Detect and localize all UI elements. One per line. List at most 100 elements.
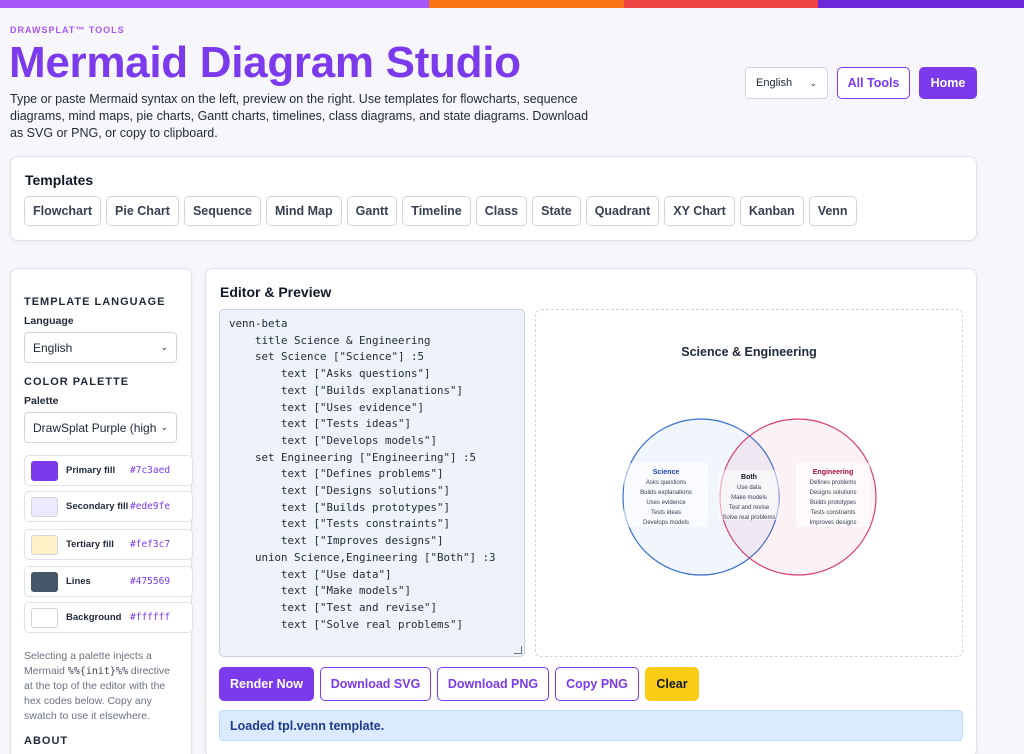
- template-class-button[interactable]: Class: [475, 196, 528, 226]
- swatch-label: Lines: [66, 576, 91, 587]
- color-swatch: [31, 460, 58, 481]
- template-venn-button[interactable]: Venn: [808, 196, 857, 226]
- template-language-select[interactable]: English ⌄: [24, 332, 177, 363]
- template-sequence-button[interactable]: Sequence: [183, 196, 261, 226]
- templates-card: Templates Flowchart Pie Chart Sequence M…: [10, 156, 977, 241]
- top-color-bar-segment: [0, 0, 138, 8]
- code-line: text ["Tests ideas"]: [229, 417, 412, 431]
- color-swatch: [31, 534, 58, 555]
- venn-set-label-engineering: Engineering: [813, 469, 853, 476]
- template-xy-chart-button[interactable]: XY Chart: [664, 196, 735, 226]
- diagram-preview: Science & Engineering Science Asks quest…: [535, 309, 963, 657]
- venn-item: Improves designs: [809, 520, 856, 526]
- venn-title: Science & Engineering: [681, 345, 816, 359]
- clear-button[interactable]: Clear: [645, 667, 699, 701]
- chevron-down-icon: ⌄: [160, 342, 168, 352]
- venn-set-label-science: Science: [653, 469, 680, 476]
- swatch-secondary-fill[interactable]: Secondary fill #ede9fe: [24, 491, 193, 522]
- swatch-hex[interactable]: #ffffff: [130, 612, 170, 623]
- swatch-tertiary-fill[interactable]: Tertiary fill #fef3c7: [24, 529, 193, 560]
- venn-item: Defines problems: [810, 480, 857, 486]
- download-png-button[interactable]: Download PNG: [437, 667, 549, 701]
- template-flowchart-button[interactable]: Flowchart: [24, 196, 102, 226]
- palette-note: Selecting a palette injects a Mermaid %%…: [24, 649, 174, 724]
- code-line: text ["Builds explanations"]: [229, 383, 464, 397]
- editor-preview-title: Editor & Preview: [220, 284, 332, 300]
- swatch-lines[interactable]: Lines #475569: [24, 566, 193, 597]
- download-svg-button[interactable]: Download SVG: [320, 667, 431, 701]
- code-line: text ["Designs solutions"]: [229, 484, 451, 498]
- chevron-down-icon: ⌄: [809, 77, 817, 88]
- code-line: text ["Builds prototypes"]: [229, 500, 451, 514]
- venn-union-label-both: Both: [741, 474, 757, 481]
- venn-item: Develops models: [643, 520, 689, 526]
- venn-item: Tests ideas: [651, 510, 681, 516]
- code-line: text ["Asks questions"]: [229, 367, 431, 381]
- copy-png-button[interactable]: Copy PNG: [555, 667, 639, 701]
- color-palette-heading: COLOR PALETTE: [24, 376, 130, 388]
- code-line: set Science ["Science"] :5: [229, 350, 425, 364]
- template-gantt-button[interactable]: Gantt: [346, 196, 398, 226]
- brand-tag: DRAWSPLAT™ TOOLS: [10, 25, 125, 35]
- language-select[interactable]: English ⌄: [745, 67, 828, 99]
- template-state-button[interactable]: State: [532, 196, 581, 226]
- template-timeline-button[interactable]: Timeline: [402, 196, 471, 226]
- editor-preview-panel: Editor & Preview venn-beta title Science…: [205, 268, 977, 754]
- palette-note-code: %%{init}%%: [67, 666, 128, 677]
- venn-item: Builds explanations: [640, 490, 692, 496]
- swatch-hex[interactable]: #475569: [130, 576, 170, 587]
- top-color-bar-segment: [138, 0, 429, 8]
- language-label: Language: [24, 315, 74, 327]
- swatch-hex[interactable]: #fef3c7: [130, 539, 170, 550]
- home-button[interactable]: Home: [919, 67, 977, 99]
- code-line: text ["Make models"]: [229, 584, 412, 598]
- swatch-label: Primary fill: [66, 465, 116, 476]
- venn-item: Asks questions: [646, 480, 686, 486]
- template-kanban-button[interactable]: Kanban: [739, 196, 804, 226]
- swatch-hex[interactable]: #7c3aed: [130, 465, 170, 476]
- template-mind-map-button[interactable]: Mind Map: [266, 196, 342, 226]
- swatch-label: Tertiary fill: [66, 539, 114, 550]
- templates-title: Templates: [25, 172, 94, 188]
- top-color-bar-segment: [624, 0, 818, 8]
- code-line: text ["Defines problems"]: [229, 467, 444, 481]
- code-line: text ["Test and revise"]: [229, 600, 438, 614]
- code-line: text ["Uses evidence"]: [229, 400, 425, 414]
- code-line: text ["Tests constraints"]: [229, 517, 451, 531]
- palette-select[interactable]: DrawSplat Purple (high c ⌄: [24, 412, 177, 443]
- code-line: set Engineering ["Engineering"] :5: [229, 450, 477, 464]
- page-description: Type or paste Mermaid syntax on the left…: [10, 92, 589, 140]
- color-swatch: [31, 607, 58, 628]
- swatch-label: Background: [66, 612, 122, 623]
- code-line: text ["Use data"]: [229, 567, 392, 581]
- venn-item: Use data: [737, 485, 762, 491]
- code-line: text ["Improves designs"]: [229, 534, 444, 548]
- swatch-primary-fill[interactable]: Primary fill #7c3aed: [24, 455, 193, 486]
- top-color-bar-segment: [818, 0, 1024, 8]
- template-pie-chart-button[interactable]: Pie Chart: [106, 196, 179, 226]
- chevron-down-icon: ⌄: [160, 422, 168, 432]
- language-select-value: English: [756, 77, 793, 89]
- palette-value: DrawSplat Purple (high c: [33, 420, 159, 435]
- render-now-button[interactable]: Render Now: [219, 667, 314, 701]
- venn-item: Solve real problems: [722, 515, 775, 521]
- resize-handle-icon[interactable]: [514, 646, 522, 654]
- top-color-bar-segment: [429, 0, 624, 8]
- mermaid-code-editor[interactable]: venn-beta title Science & Engineering se…: [219, 309, 525, 657]
- swatch-label: Secondary fill: [66, 501, 129, 512]
- swatch-hex[interactable]: #ede9fe: [130, 501, 170, 512]
- venn-item: Builds prototypes: [810, 500, 856, 506]
- template-quadrant-button[interactable]: Quadrant: [585, 196, 660, 226]
- code-line: union Science,Engineering ["Both"] :3: [229, 550, 496, 564]
- code-line: title Science & Engineering: [229, 333, 431, 347]
- venn-item: Tests constraints: [811, 510, 856, 516]
- page-title: Mermaid Diagram Studio: [9, 38, 521, 87]
- palette-label: Palette: [24, 395, 59, 407]
- swatch-background[interactable]: Background #ffffff: [24, 602, 193, 633]
- about-heading: ABOUT: [24, 735, 69, 747]
- sidebar-panel: TEMPLATE LANGUAGE Language English ⌄ COL…: [10, 268, 193, 754]
- code-line: text ["Solve real problems"]: [229, 617, 464, 631]
- venn-item: Designs solutions: [809, 490, 856, 496]
- top-color-bar: [0, 0, 1024, 8]
- all-tools-button[interactable]: All Tools: [837, 67, 910, 99]
